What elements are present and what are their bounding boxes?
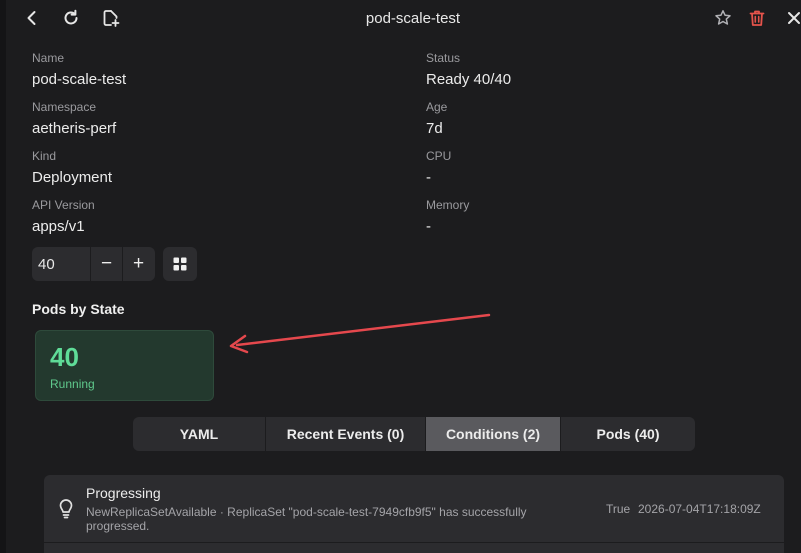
condition-divider (44, 542, 784, 543)
add-file-icon (103, 10, 120, 27)
namespace-label: Namespace (32, 100, 97, 114)
tab-yaml[interactable]: YAML (133, 417, 266, 451)
field-memory: Memory - (426, 198, 469, 236)
back-icon (27, 11, 36, 25)
increment-button[interactable]: + (122, 247, 154, 281)
kind-value: Deployment (32, 169, 113, 186)
replica-count-input[interactable] (32, 247, 90, 281)
running-count: 40 (50, 342, 79, 372)
refresh-icon (64, 9, 78, 25)
tab-pods[interactable]: Pods (40) (561, 417, 695, 451)
field-cpu: CPU - (426, 149, 451, 187)
condition-status: True (606, 502, 631, 516)
close-icon (788, 12, 800, 24)
cpu-label: CPU (426, 149, 452, 163)
age-label: Age (426, 100, 448, 114)
field-age: Age 7d (426, 100, 447, 138)
pods-by-state-title: Pods by State (32, 301, 125, 317)
age-value: 7d (426, 120, 443, 137)
condition-message: NewReplicaSetAvailable · ReplicaSet "pod… (86, 505, 527, 533)
trash-icon (749, 10, 765, 26)
star-icon (715, 10, 731, 25)
left-edge (0, 0, 6, 553)
back-button[interactable] (20, 6, 44, 30)
condition-type: Progressing (86, 485, 161, 501)
name-value: pod-scale-test (32, 71, 127, 88)
detail-tabs: YAML Recent Events (0) Conditions (2) Po… (133, 417, 695, 451)
page-title: pod-scale-test (365, 9, 461, 27)
field-status: Status Ready 40/40 (426, 51, 511, 89)
running-state-card[interactable]: 40 Running (35, 330, 214, 401)
kind-label: Kind (32, 149, 57, 163)
tab-recent-events[interactable]: Recent Events (0) (266, 417, 426, 451)
add-file-button[interactable] (99, 6, 123, 30)
cpu-value: - (426, 169, 431, 186)
favorite-button[interactable] (711, 6, 735, 30)
namespace-value: aetheris-perf (32, 120, 117, 137)
lightbulb-icon (59, 499, 73, 519)
field-name: Name pod-scale-test (32, 51, 126, 89)
close-button[interactable] (782, 6, 801, 30)
grid-icon (173, 257, 187, 271)
refresh-button[interactable] (59, 6, 83, 30)
api-version-value: apps/v1 (32, 218, 85, 235)
api-version-label: API Version (32, 198, 95, 212)
conditions-panel: Progressing NewReplicaSetAvailable · Rep… (44, 475, 784, 553)
status-value: Ready 40/40 (426, 71, 512, 88)
condition-row (58, 499, 74, 524)
delete-button[interactable] (745, 6, 769, 30)
field-namespace: Namespace aetheris-perf (32, 100, 116, 138)
decrement-button[interactable]: − (90, 247, 122, 281)
field-api-version: API Version apps/v1 (32, 198, 95, 236)
status-label: Status (426, 51, 461, 65)
name-label: Name (32, 51, 65, 65)
memory-value: - (426, 218, 431, 235)
tab-conditions[interactable]: Conditions (2) (426, 417, 561, 451)
replica-stepper: − + (32, 247, 155, 281)
field-kind: Kind Deployment (32, 149, 112, 187)
running-label: Running (50, 377, 95, 391)
memory-label: Memory (426, 198, 470, 212)
header-bar: pod-scale-test (0, 0, 801, 36)
condition-timestamp: 2026-07-04T17:18:09Z (638, 502, 761, 516)
grid-view-button[interactable] (163, 247, 197, 281)
